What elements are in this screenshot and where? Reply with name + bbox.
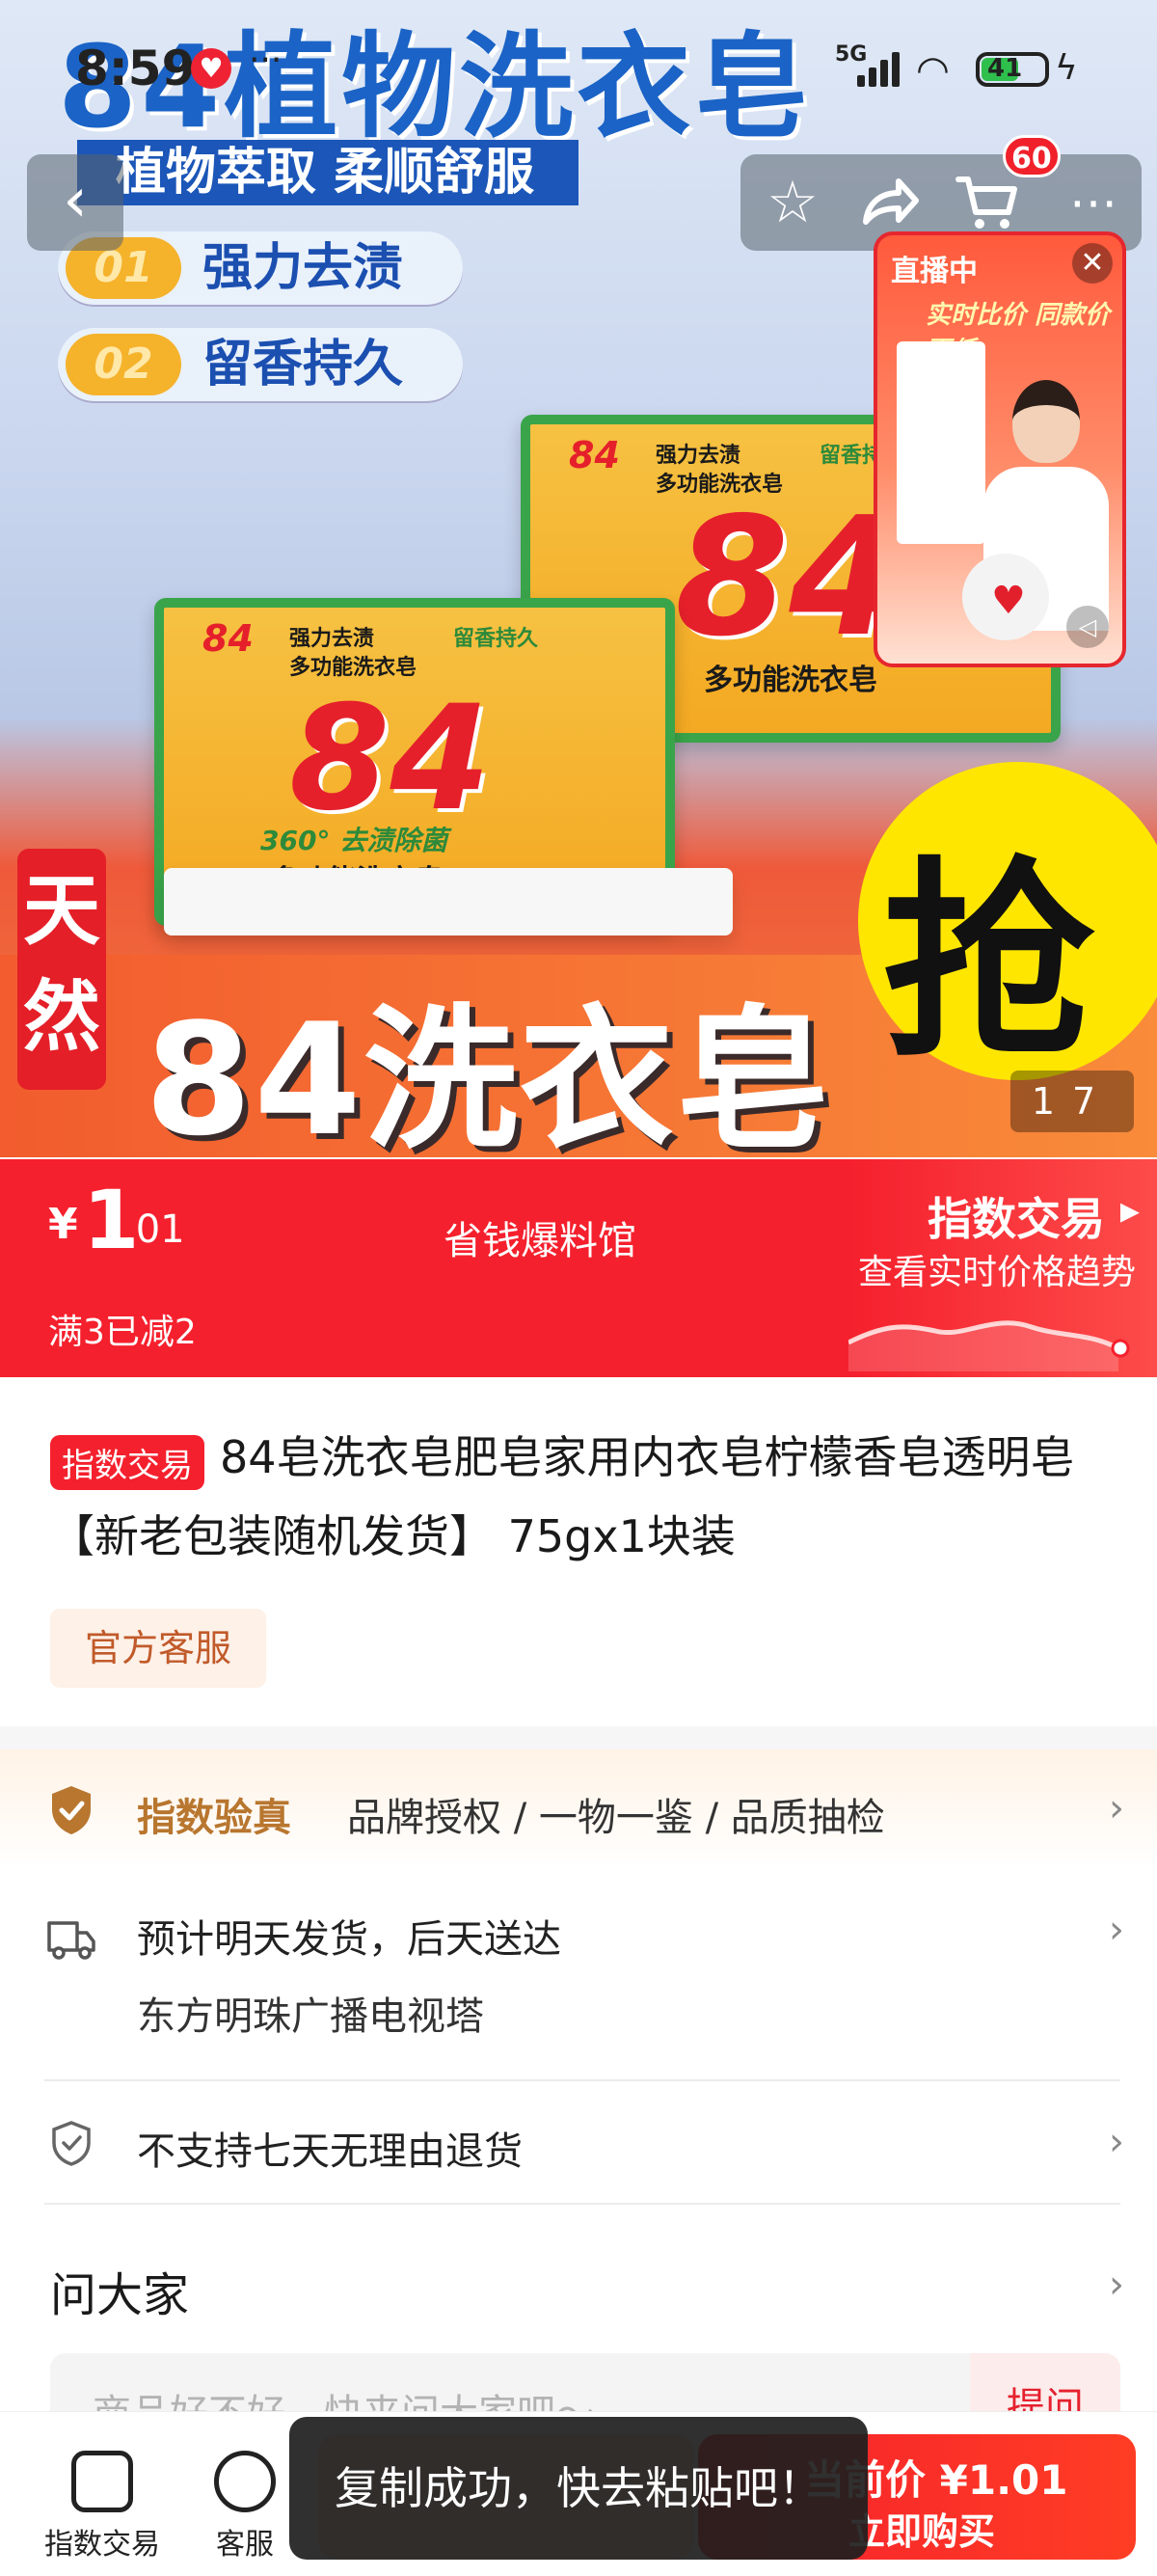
chevron-right-icon: ▸ [1119, 1188, 1140, 1233]
customer-service-tab[interactable]: 客服 [193, 2451, 297, 2562]
back-arrow-icon: ‹ [63, 165, 88, 236]
customer-service-label: 客服 [216, 2528, 274, 2562]
signal-icon [853, 52, 901, 87]
grab-text: 抢 [882, 839, 1095, 1086]
soap-scent-label: 留香持久 [453, 627, 539, 651]
soap-big-number: 84 [675, 482, 903, 673]
official-service-chip[interactable]: 官方客服 [50, 1609, 266, 1688]
verify-description: 品牌授权 / 一物一鉴 / 品质抽检 [347, 1796, 885, 1840]
soap-brand: 84 [202, 617, 254, 660]
shop-name[interactable]: 省钱爆料馆 [444, 1209, 636, 1265]
smile-icon [214, 2451, 276, 2512]
live-price-card [897, 341, 985, 544]
battery-percent: 41 [987, 54, 1023, 83]
live-tag: 直播中 [891, 255, 978, 288]
verify-row[interactable]: 指数验真 品牌授权 / 一物一鉴 / 品质抽检 › [0, 1749, 1157, 1869]
image-index: 1 [1031, 1080, 1072, 1123]
back-button[interactable]: ‹ [27, 154, 123, 251]
cart-count-badge: 60 [1003, 135, 1061, 177]
cart-icon[interactable] [953, 168, 1022, 237]
app-notification-icon: ♥ [191, 48, 231, 89]
index-trade-tab-label: 指数交易 [44, 2528, 160, 2562]
soap-big-number: 84 [289, 675, 491, 843]
favorite-star-icon[interactable]: ☆ [758, 168, 827, 237]
store-icon [71, 2451, 133, 2512]
soap-label: 强力去渍 [289, 627, 375, 651]
status-time: 8:59 [75, 41, 196, 96]
chevron-right-icon: › [1109, 1786, 1124, 1830]
status-bar: 8:59 ♥ ··· 5G ◠ 41 ϟ [0, 39, 1157, 106]
chevron-right-icon: › [1109, 2120, 1124, 2164]
close-icon[interactable]: ✕ [1072, 243, 1113, 284]
verify-title: 指数验真 [137, 1796, 291, 1840]
price-decimal: .01 [123, 1207, 185, 1252]
shield-outline-icon [52, 2121, 91, 2166]
chevron-right-icon[interactable]: › [1109, 2263, 1124, 2307]
hero-subtitle: 植物萃取 柔顺舒服 [77, 140, 578, 205]
soap-claim: 360° 去渍除菌 [260, 825, 448, 856]
truck-icon [47, 1921, 95, 1960]
natural-badge: 天然 [17, 849, 106, 1090]
more-notifications-icon: ··· [249, 41, 283, 80]
price-trend-label: 查看实时价格趋势 [857, 1253, 1136, 1292]
copy-success-toast: 复制成功，快去粘贴吧！ [289, 2417, 868, 2560]
price-trend-sparkline [848, 1320, 1130, 1371]
price-currency: ¥ [48, 1200, 78, 1249]
shield-check-icon [52, 1786, 91, 1834]
hero-feature-2: 02 留香持久 [58, 328, 463, 401]
section-divider [0, 1726, 1157, 1749]
product-title-block: 指数交易 84皂洗衣皂肥皂家用内衣皂柠檬香皂透明皂【新老包装随机发货】 75gx1… [50, 1418, 1120, 1576]
index-trade-tab[interactable]: 指数交易 [35, 2451, 170, 2562]
feature-text: 强力去渍 [202, 239, 404, 297]
soap-brand: 84 [569, 434, 620, 476]
image-counter: 17 [1010, 1071, 1134, 1132]
battery-icon: 41 [976, 52, 1049, 87]
hero-bottom-text: 84洗衣皂 [145, 990, 832, 1157]
promo-text: 满3已减2 [48, 1313, 197, 1352]
index-trade-label: 指数交易 [928, 1193, 1105, 1245]
charging-icon: ϟ [1055, 48, 1078, 88]
delivery-address: 东方明珠广播电视塔 [137, 1994, 484, 2039]
delivery-estimate: 预计明天发货，后天送达 [137, 1917, 561, 1962]
wifi-icon: ◠ [916, 48, 950, 93]
mute-icon[interactable]: ◁ [1066, 606, 1109, 648]
feature-number: 02 [66, 334, 181, 395]
index-trade-tag: 指数交易 [50, 1435, 204, 1490]
return-policy-text: 不支持七天无理由退货 [137, 2129, 523, 2174]
more-options-icon[interactable]: ⋯ [1059, 168, 1128, 237]
soap-label: 强力去渍 [656, 444, 741, 468]
soap-type: 多功能洗衣皂 [704, 664, 877, 697]
shipping-row[interactable]: 预计明天发货，后天送达 东方明珠广播电视塔 › [0, 1869, 1157, 2079]
display-pedestal [164, 868, 733, 935]
return-policy-row[interactable]: 不支持七天无理由退货 › [0, 2081, 1157, 2203]
share-icon[interactable] [854, 168, 924, 237]
row-divider [44, 2203, 1120, 2205]
live-stream-window[interactable]: 直播中 ✕ 实时比价 同款价更低 ♥ ◁ [874, 231, 1126, 667]
buy-now-label: 立即购买 [848, 2510, 996, 2553]
price-bar: ¥ 1 .01 省钱爆料馆 满3已减2 指数交易 ▸ 查看实时价格趋势 [0, 1159, 1157, 1377]
image-total: 7 [1072, 1080, 1114, 1123]
chevron-right-icon: › [1109, 1908, 1124, 1952]
feature-text: 留香持久 [202, 336, 404, 393]
qa-title[interactable]: 问大家 [50, 2257, 189, 2324]
heart-icon: ♥ [991, 579, 1026, 623]
